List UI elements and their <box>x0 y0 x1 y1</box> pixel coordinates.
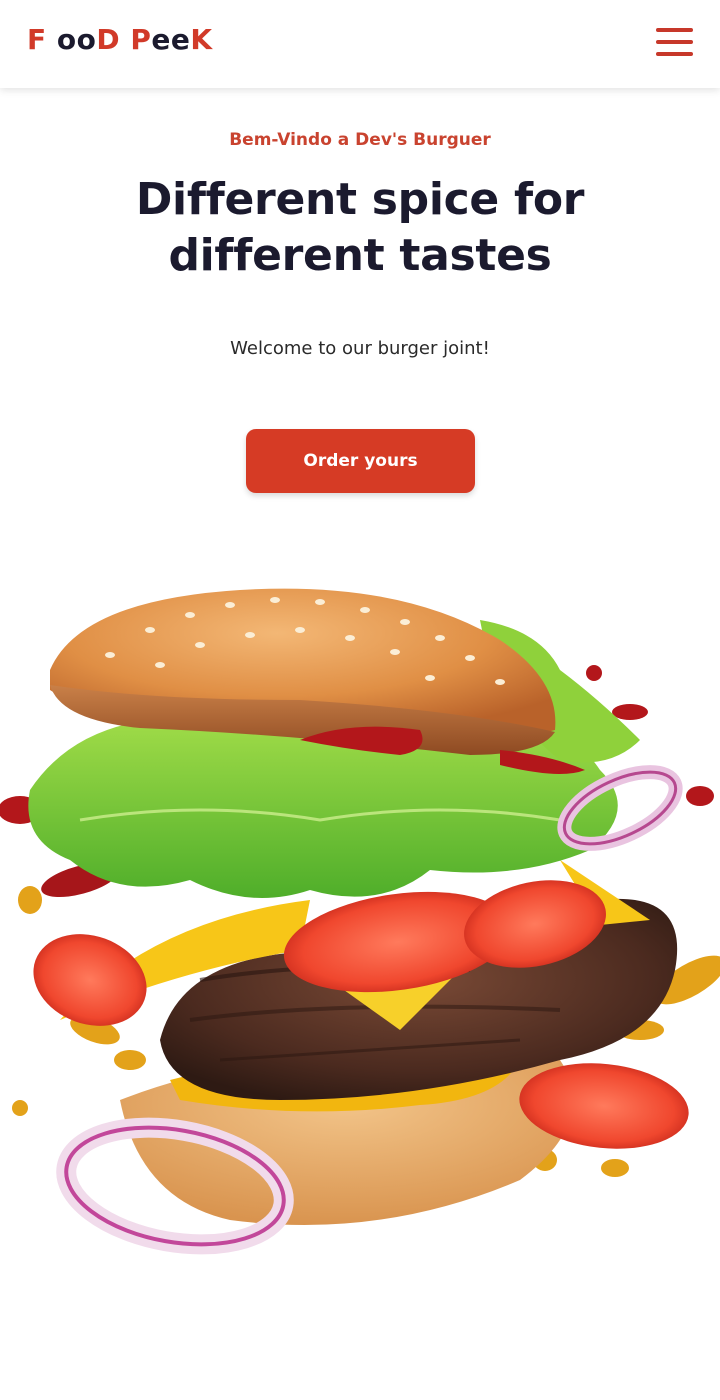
hero-headline: Different spice for different tastes <box>135 174 585 281</box>
logo-letter-d: D <box>96 23 131 56</box>
logo-letter-f: F <box>27 23 47 56</box>
logo-letters-ee: ee <box>151 23 191 56</box>
menu-bar-top <box>656 28 693 32</box>
logo-letters-oo: oo <box>46 23 97 56</box>
menu-bar-middle <box>656 40 693 44</box>
site-header: F ooD PeeK <box>0 0 720 88</box>
site-logo[interactable]: F ooD PeeK <box>27 22 213 58</box>
welcome-kicker: Bem-Vindo a Dev's Burguer <box>229 130 491 150</box>
burger-image <box>0 588 720 1255</box>
logo-letter-p: P <box>130 23 152 56</box>
logo-letter-k: K <box>190 23 213 56</box>
order-yours-button[interactable]: Order yours <box>246 429 475 493</box>
hero-subtitle: Welcome to our burger joint! <box>230 338 490 359</box>
menu-bar-bottom <box>656 52 693 56</box>
hamburger-menu-icon[interactable] <box>654 26 694 58</box>
